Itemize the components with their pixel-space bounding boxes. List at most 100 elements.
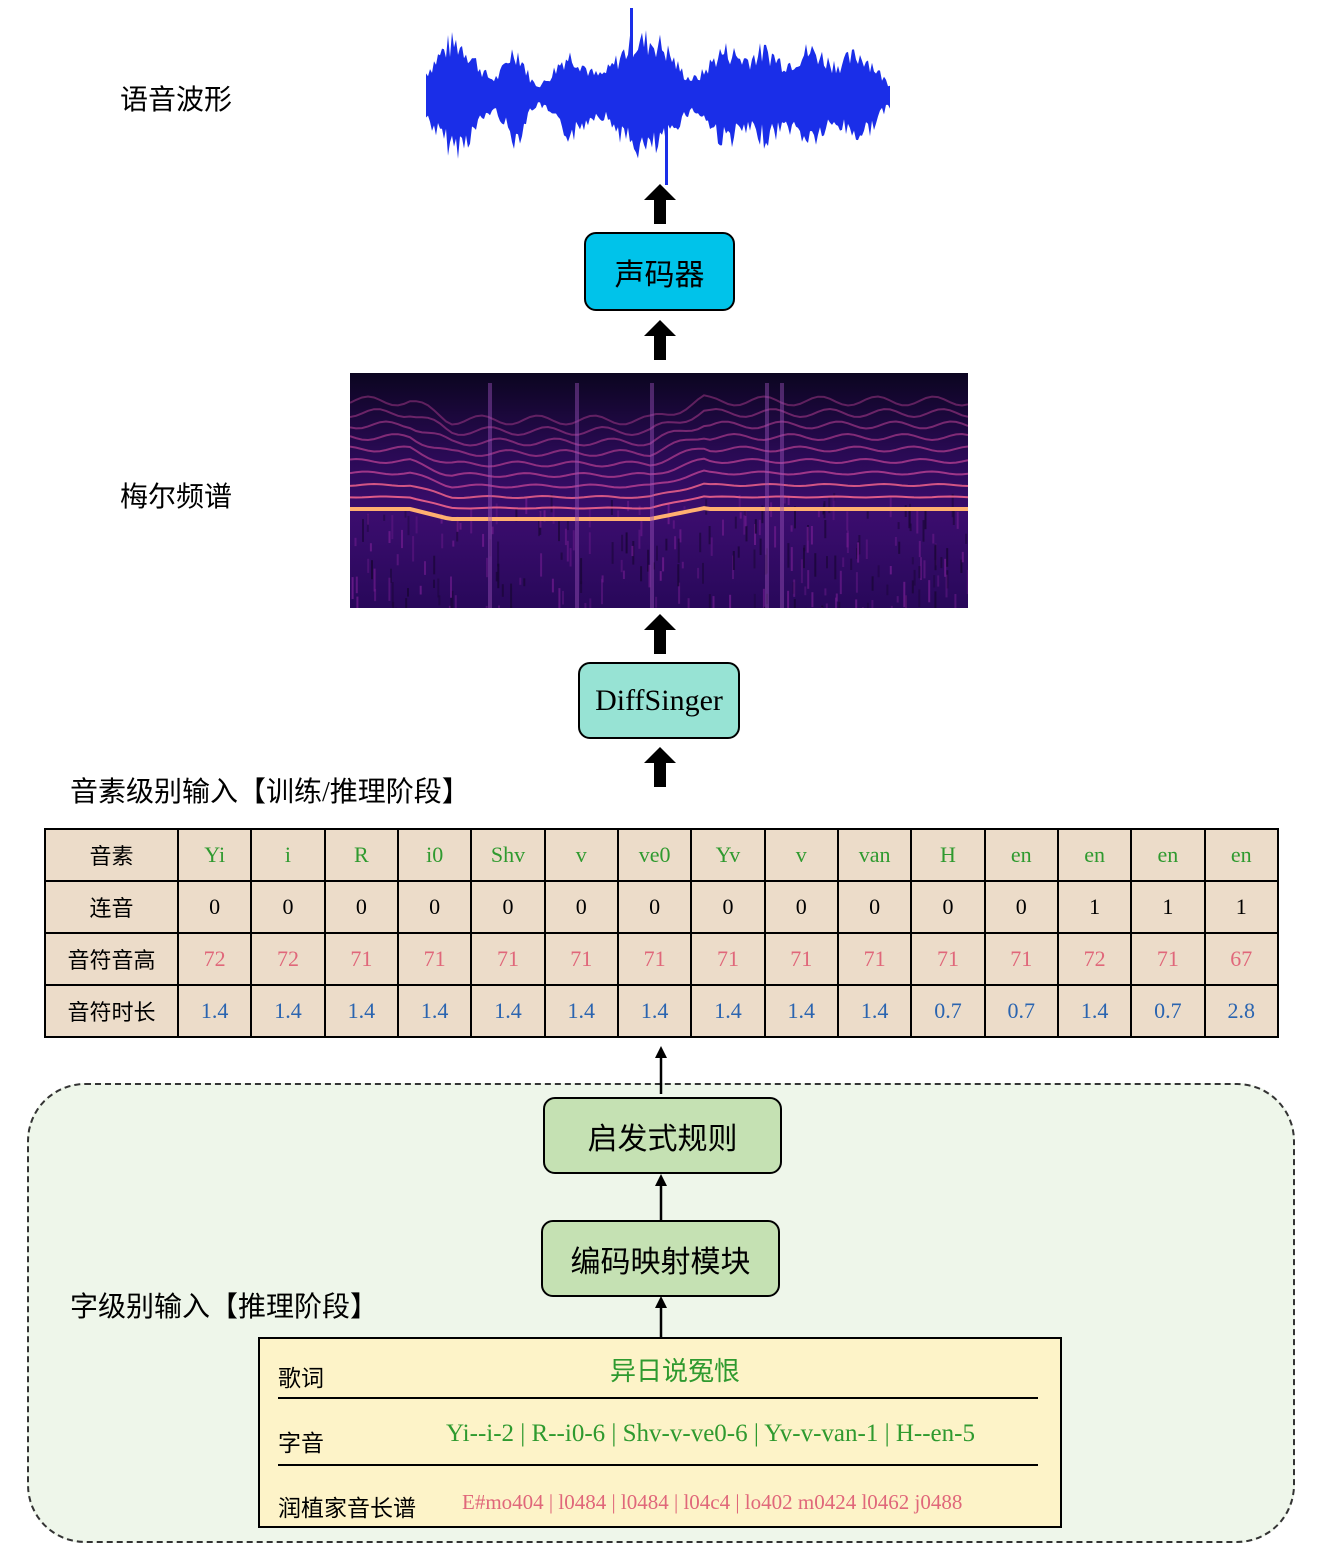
table-cell: en	[983, 828, 1059, 882]
spectrogram-noise	[835, 597, 837, 608]
table-cell: 0	[176, 880, 253, 934]
spectrogram-noise	[433, 579, 435, 588]
table-cell: 71	[983, 932, 1059, 986]
spectrogram-noise	[758, 519, 761, 536]
spectrogram-noise	[625, 532, 628, 554]
spectrogram-noise	[729, 594, 732, 608]
spectrogram-noise	[855, 572, 858, 593]
table-cell: 0	[323, 880, 399, 934]
phoneme-table: 音素 Yi i Ri0 Shv v ve0 Yv v van Hen en en en 连音 0 0 0 0 0 0 0 0…	[44, 828, 1280, 1038]
table-cell: v	[543, 828, 619, 882]
spectrogram-noise	[388, 531, 391, 543]
spectrogram-noise	[659, 571, 662, 581]
spectrogram-noise	[697, 567, 700, 579]
spectrogram-noise	[540, 553, 543, 577]
score-value: E#mo404 | l0484 | l0484 | l04c4 | lo402 …	[462, 1490, 963, 1514]
spectrogram-noise	[580, 581, 583, 593]
spectrogram-noise	[588, 532, 591, 554]
spectrogram-noise	[407, 515, 410, 536]
mel-label: 梅尔频谱	[120, 482, 233, 513]
spectrogram-noise	[470, 508, 473, 534]
table-cell: 71	[763, 932, 839, 986]
spectrogram-noise	[846, 511, 849, 531]
table-cell: 0	[616, 880, 693, 934]
spectrogram-noise	[687, 598, 690, 608]
spectrogram-noise	[793, 599, 796, 608]
table-cell: 1.4	[690, 984, 766, 1038]
table-cell: R	[323, 828, 399, 882]
table-cell: i	[250, 828, 326, 882]
table-cell: Yv	[690, 828, 766, 882]
spectrogram-noise	[790, 547, 793, 571]
table-cell: van	[836, 828, 913, 882]
spectrogram-noise	[566, 540, 569, 562]
spectrogram-noise	[672, 520, 675, 529]
spectrogram-noise	[708, 594, 711, 608]
spectrogram-noise	[482, 533, 485, 547]
spectrogram-noise	[894, 537, 897, 546]
table-cell: en	[1056, 828, 1133, 882]
spectrogram-noise	[842, 557, 845, 567]
spectrogram-noise	[923, 560, 926, 579]
spectrogram-onset	[575, 383, 579, 608]
spectrogram-noise	[677, 564, 680, 587]
table-cell: 2.8	[1203, 984, 1280, 1038]
spectrogram-noise	[584, 603, 587, 608]
table-cell: 71	[836, 932, 913, 986]
table-cell: 1.4	[616, 984, 693, 1038]
spectrogram-onset	[765, 383, 769, 608]
spectrogram-noise	[558, 588, 561, 608]
spectrogram-noise	[937, 575, 940, 587]
spectrogram-noise	[620, 559, 623, 573]
table-cell: 0	[763, 880, 839, 934]
spectrogram-noise	[846, 532, 849, 548]
spectrogram-noise	[459, 522, 462, 530]
spectrogram-noise	[452, 540, 455, 547]
spectrogram-noise	[351, 577, 354, 599]
spectrogram-noise	[871, 576, 874, 591]
encoder-mapping-box: 编码映射模块	[541, 1220, 780, 1297]
divider	[278, 1397, 1038, 1399]
arrow-up-icon	[644, 184, 676, 224]
table-cell: 0.7	[983, 984, 1059, 1038]
spectrogram-noise	[824, 588, 827, 596]
table-cell: 0	[983, 880, 1059, 934]
table-cell: 0	[250, 880, 326, 934]
spectrogram-noise	[702, 562, 704, 584]
spectrogram-noise	[367, 558, 370, 573]
arrow-up-icon	[655, 1296, 667, 1338]
spectrogram-noise	[824, 520, 827, 539]
arrow-up-icon	[644, 320, 676, 360]
mel-spectrogram-image	[350, 373, 968, 608]
spectrogram-noise	[904, 505, 907, 517]
table-cell: ve0	[616, 828, 693, 882]
spectrogram-noise	[946, 548, 949, 567]
spectrogram-noise	[855, 599, 858, 608]
spectrogram-noise	[866, 602, 869, 608]
spectrogram-noise	[640, 566, 643, 582]
spectrogram-noise	[621, 534, 624, 552]
table-cell: 0.7	[910, 984, 986, 1038]
spectrogram-noise	[787, 543, 790, 568]
spectrogram-noise	[501, 584, 504, 597]
spectrogram-noise	[940, 557, 943, 569]
table-cell: 1	[1130, 880, 1206, 934]
spectrogram-noise	[485, 605, 488, 608]
divider	[278, 1464, 1038, 1466]
spectrogram-noise	[754, 519, 757, 534]
table-row: 音素 Yi i Ri0 Shv v ve0 Yv v van Hen en en en	[44, 828, 1280, 882]
spectrogram-noise	[354, 537, 357, 547]
spectrogram-noise	[622, 570, 625, 579]
spectrogram-noise	[965, 533, 968, 544]
spectrogram-noise	[834, 555, 837, 580]
spectrogram-noise	[495, 571, 498, 582]
table-row: 连音 0 0 0 0 0 0 0 0 0 0 0 0 1 1 1	[44, 880, 1280, 934]
spectrogram-noise	[739, 512, 742, 519]
spectrogram-noise	[665, 538, 668, 551]
row-header: 音符音高	[44, 932, 179, 986]
spectrogram-noise	[954, 594, 957, 608]
spectrogram-noise	[391, 582, 394, 607]
table-cell: Shv	[470, 828, 546, 882]
spectrogram-noise	[734, 516, 737, 529]
spectrogram-noise	[640, 518, 643, 537]
